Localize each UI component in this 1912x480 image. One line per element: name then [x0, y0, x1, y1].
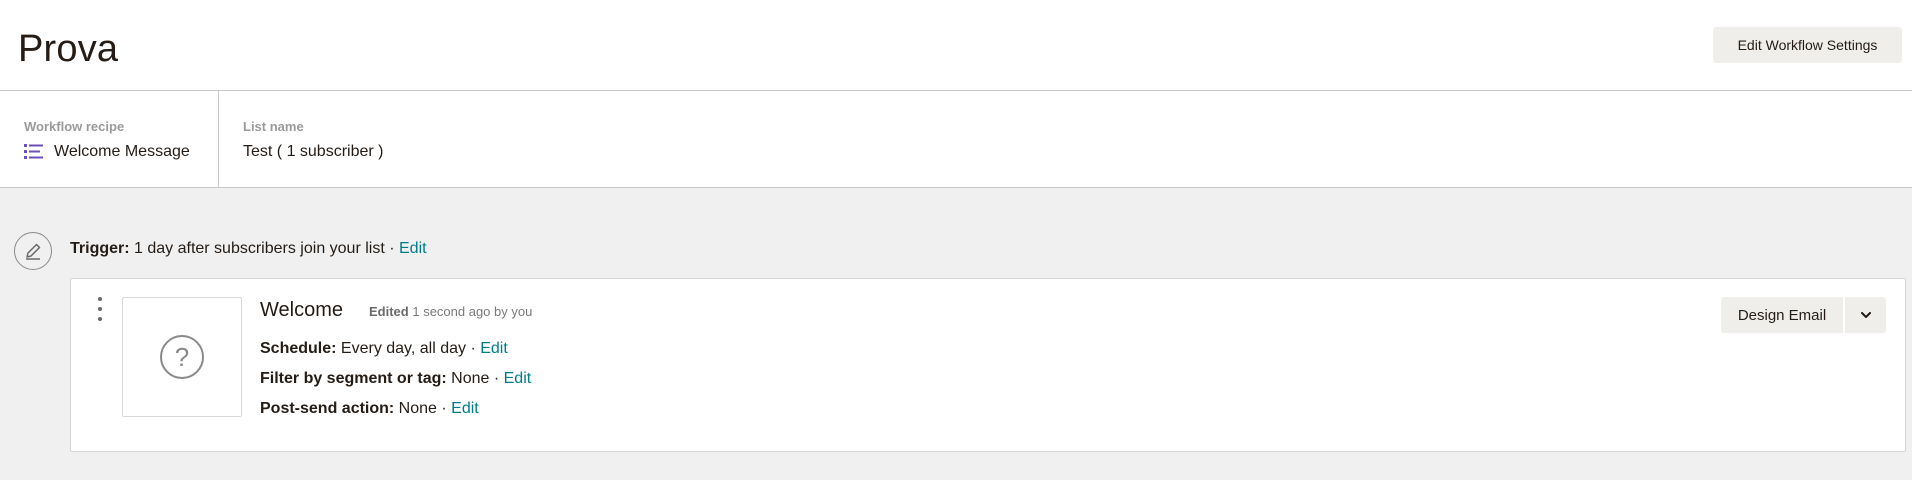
- workflow-recipe-value: Welcome Message: [54, 143, 190, 160]
- schedule-label: Schedule:: [260, 340, 337, 357]
- post-send-edit-link[interactable]: Edit: [451, 400, 479, 417]
- design-email-button[interactable]: Design Email: [1721, 297, 1843, 333]
- workflow-recipe-section: Workflow recipe Welcome Message: [0, 91, 219, 187]
- filter-value: None ·: [446, 370, 504, 387]
- question-mark-icon: ?: [160, 335, 204, 379]
- post-send-value: None ·: [394, 400, 452, 417]
- list-name-value: Test ( 1 subscriber ): [243, 143, 384, 160]
- page-header: Prova Edit Workflow Settings: [0, 0, 1912, 91]
- edited-label: Edited: [369, 304, 409, 319]
- email-edited-status: Edited 1 second ago by you: [369, 304, 532, 319]
- design-email-button-group: Design Email: [1721, 297, 1886, 333]
- trigger-text: Trigger: 1 day after subscribers join yo…: [70, 239, 427, 259]
- filter-row: Filter by segment or tag: None · Edit: [260, 369, 531, 389]
- trigger-description: 1 day after subscribers join your list ·: [129, 240, 399, 257]
- filter-edit-link[interactable]: Edit: [504, 370, 532, 387]
- edited-time: 1 second ago by you: [408, 304, 533, 319]
- pencil-circle-icon: [14, 232, 52, 270]
- page-title: Prova: [18, 28, 119, 70]
- edit-workflow-settings-button[interactable]: Edit Workflow Settings: [1713, 27, 1902, 63]
- schedule-edit-link[interactable]: Edit: [480, 340, 508, 357]
- list-name-label: List name: [243, 119, 304, 134]
- trigger-row: Trigger: 1 day after subscribers join yo…: [0, 228, 1912, 272]
- trigger-edit-link[interactable]: Edit: [399, 240, 427, 257]
- list-icon: [24, 144, 43, 159]
- email-thumbnail[interactable]: ?: [122, 297, 242, 417]
- email-card: ? Welcome Edited 1 second ago by you Sch…: [70, 278, 1906, 452]
- schedule-value: Every day, all day ·: [336, 340, 481, 357]
- workflow-recipe-label: Workflow recipe: [24, 119, 125, 134]
- post-send-row: Post-send action: None · Edit: [260, 399, 479, 419]
- chevron-down-icon: [1860, 311, 1871, 318]
- workflow-meta: Workflow recipe Welcome Message List nam…: [0, 91, 1912, 188]
- trigger-label: Trigger:: [70, 240, 130, 257]
- email-name: Welcome: [260, 299, 343, 321]
- schedule-row: Schedule: Every day, all day · Edit: [260, 339, 508, 359]
- design-email-dropdown-button[interactable]: [1845, 297, 1886, 333]
- post-send-label: Post-send action:: [260, 400, 395, 417]
- filter-label: Filter by segment or tag:: [260, 370, 447, 387]
- more-options-icon[interactable]: [95, 297, 105, 321]
